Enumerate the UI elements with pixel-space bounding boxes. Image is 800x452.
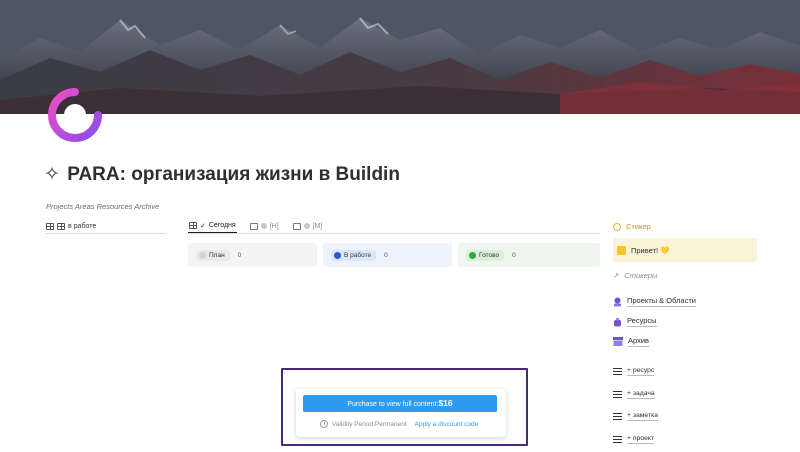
- tab-today-label: Сегодня: [208, 222, 236, 229]
- board-icon: [46, 223, 54, 230]
- purchase-price: $16: [438, 398, 453, 408]
- column-count: 0: [512, 251, 516, 259]
- buildin-logo-icon: [48, 88, 102, 142]
- list-icon: [57, 223, 65, 230]
- page-title: ✧ PARA: организация жизни в Buildin: [44, 163, 400, 186]
- menu-lines-icon: [613, 436, 622, 443]
- quick-add-project[interactable]: + проект: [613, 435, 655, 444]
- board-column-done[interactable]: Готово 0: [458, 243, 600, 267]
- sticker-card[interactable]: Привет! 💛: [613, 238, 757, 262]
- calendar-icon: [292, 222, 301, 230]
- board-column-plan[interactable]: План 0: [188, 243, 317, 267]
- stickers-link-label: Стикеры: [624, 271, 658, 280]
- sidebar-item-label: Архив: [628, 336, 650, 347]
- tab-today[interactable]: ✓ Сегодня: [188, 219, 237, 233]
- purchase-button[interactable]: Purchase to view full content:$16: [303, 395, 497, 412]
- board-column-in-progress[interactable]: В работе 0: [323, 243, 452, 267]
- sticker-heading-label: Стикер: [626, 222, 651, 231]
- quick-add-label: + ресурс: [627, 367, 655, 376]
- status-dot-icon: [334, 251, 341, 259]
- left-view-tab-label: в работе: [68, 223, 97, 230]
- plus-circle-icon: [613, 222, 621, 231]
- validity-text: Validity Period:Permanent: [332, 420, 407, 428]
- sidebar-item-label: Проекты & Области: [627, 296, 696, 307]
- quick-add-note[interactable]: + заметка: [613, 412, 658, 421]
- tab-month[interactable]: [М]: [292, 219, 324, 233]
- clock-icon: [320, 420, 328, 428]
- tab-week-label: [Н]: [269, 222, 279, 230]
- validity-row: Validity Period:Permanent Apply a discou…: [320, 420, 478, 428]
- board-icon: [189, 222, 197, 229]
- tab-week[interactable]: [Н]: [249, 219, 280, 233]
- sticker-heading[interactable]: Стикер: [613, 222, 651, 231]
- purchase-button-label: Purchase to view full content:: [347, 401, 439, 408]
- sidebar-item-resources[interactable]: Ресурсы: [613, 316, 657, 327]
- menu-lines-icon: [613, 368, 622, 375]
- quick-add-label: + проект: [627, 435, 655, 444]
- archive-icon: [613, 337, 623, 346]
- calendar-icon: [249, 222, 258, 230]
- quick-add-label: + заметка: [627, 412, 658, 421]
- status-pill-done: Готово: [466, 249, 505, 261]
- arrow-icon: ↗: [613, 271, 620, 280]
- sticky-note-icon: [617, 245, 626, 255]
- column-count: 0: [237, 251, 242, 259]
- status-pill-plan: План: [196, 249, 230, 261]
- bag-icon: [614, 317, 621, 326]
- status-pill-label: В работе: [344, 251, 372, 259]
- pin-icon: [614, 297, 621, 306]
- status-dot-icon: [469, 251, 476, 259]
- view-tabs: ✓ Сегодня [Н] [М]: [188, 220, 600, 234]
- purchase-card: Purchase to view full content:$16 Validi…: [296, 389, 506, 437]
- left-view-tab[interactable]: в работе: [46, 220, 166, 234]
- menu-lines-icon: [613, 413, 622, 420]
- status-pill-label: План: [209, 251, 225, 259]
- sidebar-item-projects-areas[interactable]: Проекты & Области: [613, 296, 696, 307]
- status-pill-in-progress: В работе: [331, 249, 377, 261]
- status-dot-icon: [303, 223, 310, 229]
- page-subtitle: Projects Areas Resources Archive: [46, 202, 160, 211]
- menu-lines-icon: [613, 391, 622, 398]
- quick-add-resource[interactable]: + ресурс: [613, 367, 655, 376]
- sidebar-item-archive[interactable]: Архив: [613, 336, 650, 347]
- tab-month-label: [М]: [312, 222, 323, 230]
- status-dot-icon: [260, 223, 267, 229]
- stickers-link[interactable]: ↗ Стикеры: [613, 271, 658, 280]
- discount-code-link[interactable]: Apply a discount code: [415, 421, 479, 428]
- sparkle-icon: ✧: [44, 164, 60, 185]
- status-dot-icon: [199, 251, 206, 259]
- page-title-text: PARA: организация жизни в Buildin: [67, 164, 400, 185]
- mountain-cover-image: [0, 0, 800, 114]
- status-pill-label: Готово: [479, 251, 500, 259]
- quick-add-label: + задача: [627, 390, 655, 399]
- sidebar-item-label: Ресурсы: [627, 316, 657, 327]
- cover-banner: [0, 0, 800, 114]
- quick-add-task[interactable]: + задача: [613, 390, 655, 399]
- column-count: 0: [384, 251, 388, 259]
- sticker-card-text: Привет! 💛: [631, 245, 670, 255]
- check-icon: ✓: [200, 222, 206, 230]
